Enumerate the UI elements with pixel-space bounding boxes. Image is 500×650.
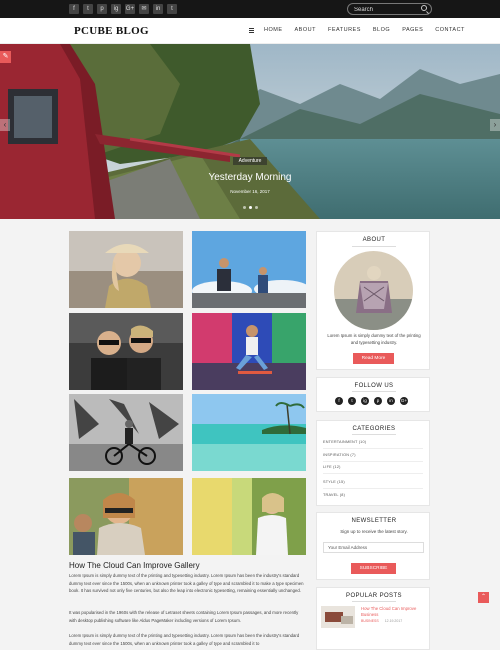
divider — [323, 473, 423, 474]
category-item[interactable]: INSPIRATION (7) — [323, 453, 356, 457]
main-nav: HOME ABOUT FEATURES BLOG PAGES CONTACT — [264, 27, 465, 33]
read-more-button[interactable]: Read More — [353, 353, 394, 364]
gallery-image-friends-laughing[interactable] — [69, 478, 183, 555]
subscribe-button[interactable]: SUBSCRIBE — [351, 563, 396, 574]
nav-blog[interactable]: BLOG — [373, 27, 390, 33]
search-box — [347, 3, 432, 15]
follow-icons: f t ig p in G+ — [335, 397, 408, 405]
popular-post-category[interactable]: BUSINESS — [361, 619, 379, 623]
newsletter-text: Sign up to receive the latest story. — [340, 529, 408, 534]
facebook-icon[interactable]: f — [335, 397, 343, 405]
category-item[interactable]: ENTERTAINMENT (10) — [323, 440, 366, 444]
hero-title[interactable]: Yesterday Morning — [0, 172, 500, 183]
menu-icon[interactable] — [249, 28, 254, 33]
follow-widget: FOLLOW US f t ig p in G+ — [316, 377, 430, 412]
hero-slider: ✎ ‹ › Adventure Yesterday Morning Novemb… — [0, 44, 500, 219]
hero-next-arrow[interactable]: › — [490, 119, 500, 131]
facebook-icon[interactable]: f — [69, 4, 79, 14]
categories-widget: CATEGORIES ENTERTAINMENT (10) INSPIRATIO… — [316, 420, 430, 506]
search-icon[interactable] — [421, 5, 427, 11]
about-text: Lorem Ipsum is simply dummy text of the … — [327, 333, 421, 345]
hero-prev-arrow[interactable]: ‹ — [0, 119, 10, 131]
gallery-image-men-sky[interactable] — [192, 231, 306, 308]
nav-home[interactable]: HOME — [264, 27, 283, 33]
categories-title: CATEGORIES — [352, 426, 396, 432]
hero-pagination — [243, 206, 258, 209]
instagram-icon[interactable]: ig — [361, 397, 369, 405]
twitter-icon[interactable]: t — [348, 397, 356, 405]
divider — [323, 488, 423, 489]
follow-title: FOLLOW US — [354, 383, 394, 389]
top-social-links: f t p ig G+ ✉ in t — [69, 4, 177, 14]
divider — [352, 601, 396, 602]
google-plus-icon[interactable]: G+ — [400, 397, 408, 405]
divider — [352, 434, 396, 435]
site-logo[interactable]: PCUBE BLOG — [74, 25, 149, 37]
slider-dot[interactable] — [243, 206, 246, 209]
about-title: ABOUT — [362, 237, 386, 243]
tumblr-icon[interactable]: t — [167, 4, 177, 14]
popular-title: POPULAR POSTS — [346, 593, 402, 599]
gallery-image-cyclist-mural[interactable] — [69, 394, 183, 471]
newsletter-title: NEWSLETTER — [351, 518, 397, 524]
top-bar: f t p ig G+ ✉ in t — [0, 0, 500, 18]
gallery-image-woman-field[interactable] — [192, 478, 306, 555]
post-title[interactable]: How The Cloud Can Improve Gallery — [69, 561, 200, 570]
site-header: PCUBE BLOG HOME ABOUT FEATURES BLOG PAGE… — [0, 18, 500, 44]
gallery-image-skater-graffiti[interactable] — [192, 313, 306, 390]
slider-dot-active[interactable] — [249, 206, 252, 209]
gallery-image-couple-sunglasses[interactable] — [69, 313, 183, 390]
google-plus-icon[interactable]: G+ — [125, 4, 135, 14]
nav-contact[interactable]: CONTACT — [435, 27, 465, 33]
divider — [352, 246, 396, 247]
search-input[interactable] — [354, 5, 416, 14]
category-item[interactable]: TRAVEL (8) — [323, 493, 345, 497]
nav-about[interactable]: ABOUT — [295, 27, 316, 33]
edit-icon[interactable]: ✎ — [0, 51, 11, 63]
linkedin-icon[interactable]: in — [153, 4, 163, 14]
hero-category-badge[interactable]: Adventure — [233, 157, 267, 165]
popular-posts-widget: POPULAR POSTS How The Cloud Can Improve … — [316, 587, 430, 650]
hero-date: November 16, 2017 — [230, 189, 270, 194]
post-paragraph: Lorem Ipsum is simply dummy text of the … — [69, 633, 300, 646]
divider — [323, 448, 423, 449]
popular-post-title[interactable]: How The Cloud Can Improve Business — [361, 606, 423, 618]
post-paragraph: Lorem Ipsum is simply dummy text of the … — [69, 573, 304, 593]
about-avatar — [334, 251, 413, 330]
linkedin-icon[interactable]: in — [387, 397, 395, 405]
scroll-to-top-button[interactable]: ⌃ — [478, 592, 489, 603]
nav-pages[interactable]: PAGES — [402, 27, 423, 33]
twitter-icon[interactable]: t — [83, 4, 93, 14]
about-widget: ABOUT Lorem Ipsum is simply dummy text o… — [316, 231, 430, 370]
divider — [323, 461, 423, 462]
gallery-image-girl-hat[interactable] — [69, 231, 183, 308]
pinterest-icon[interactable]: p — [97, 4, 107, 14]
popular-post-thumbnail[interactable] — [321, 606, 355, 628]
newsletter-widget: NEWSLETTER Sign up to receive the latest… — [316, 512, 430, 580]
post-paragraph: It was popularised in the 1960s with the… — [69, 610, 299, 623]
nav-features[interactable]: FEATURES — [328, 27, 361, 33]
mail-icon[interactable]: ✉ — [139, 4, 149, 14]
category-item[interactable]: LIFE (12) — [323, 465, 341, 469]
popular-post-meta: BUSINESS 12.19.2017 — [361, 619, 402, 623]
email-field[interactable] — [323, 542, 424, 553]
popular-post-date: 12.19.2017 — [384, 619, 403, 623]
gallery-image-tropical-beach[interactable] — [192, 394, 306, 471]
divider — [352, 391, 396, 392]
instagram-icon[interactable]: ig — [111, 4, 121, 14]
category-item[interactable]: STYLE (15) — [323, 480, 345, 484]
slider-dot[interactable] — [255, 206, 258, 209]
pinterest-icon[interactable]: p — [374, 397, 382, 405]
